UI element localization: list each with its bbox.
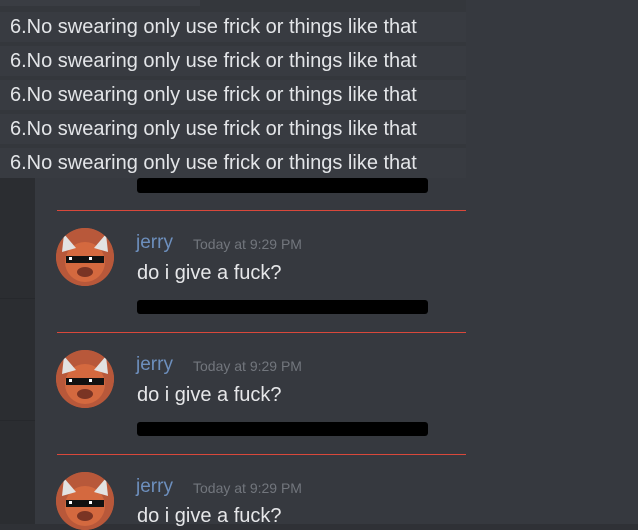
fox-avatar-icon [56,472,114,530]
message-text: do i give a fuck? [137,384,282,406]
message-text: do i give a fuck? [137,505,282,527]
cropped-header-remnant [0,0,200,6]
message-timestamp: Today at 9:29 PM [193,236,302,252]
fox-avatar-icon [56,228,114,286]
message-timestamp: Today at 9:29 PM [193,480,302,496]
redaction-bar [137,178,428,193]
message-divider [57,332,466,333]
message-username[interactable]: jerry [136,476,173,498]
message-text: do i give a fuck? [137,262,282,284]
rule-line: 6.No swearing only use frick or things l… [0,12,466,42]
user-avatar[interactable] [56,350,114,408]
message-divider [57,454,466,455]
rule-line: 6.No swearing only use frick or things l… [0,148,466,178]
user-avatar[interactable] [56,228,114,286]
fox-avatar-icon [56,350,114,408]
user-avatar[interactable] [56,472,114,530]
rule-line: 6.No swearing only use frick or things l… [0,114,466,144]
message-timestamp: Today at 9:29 PM [193,358,302,374]
message-username[interactable]: jerry [136,354,173,376]
redaction-bar [137,422,428,436]
rules-overlay: 6.No swearing only use frick or things l… [0,0,466,178]
message-username[interactable]: jerry [136,232,173,254]
left-separator [0,420,35,421]
rule-line: 6.No swearing only use frick or things l… [0,80,466,110]
redaction-bar [137,300,428,314]
left-separator [0,298,35,299]
message-divider [57,210,466,211]
rule-line: 6.No swearing only use frick or things l… [0,46,466,76]
